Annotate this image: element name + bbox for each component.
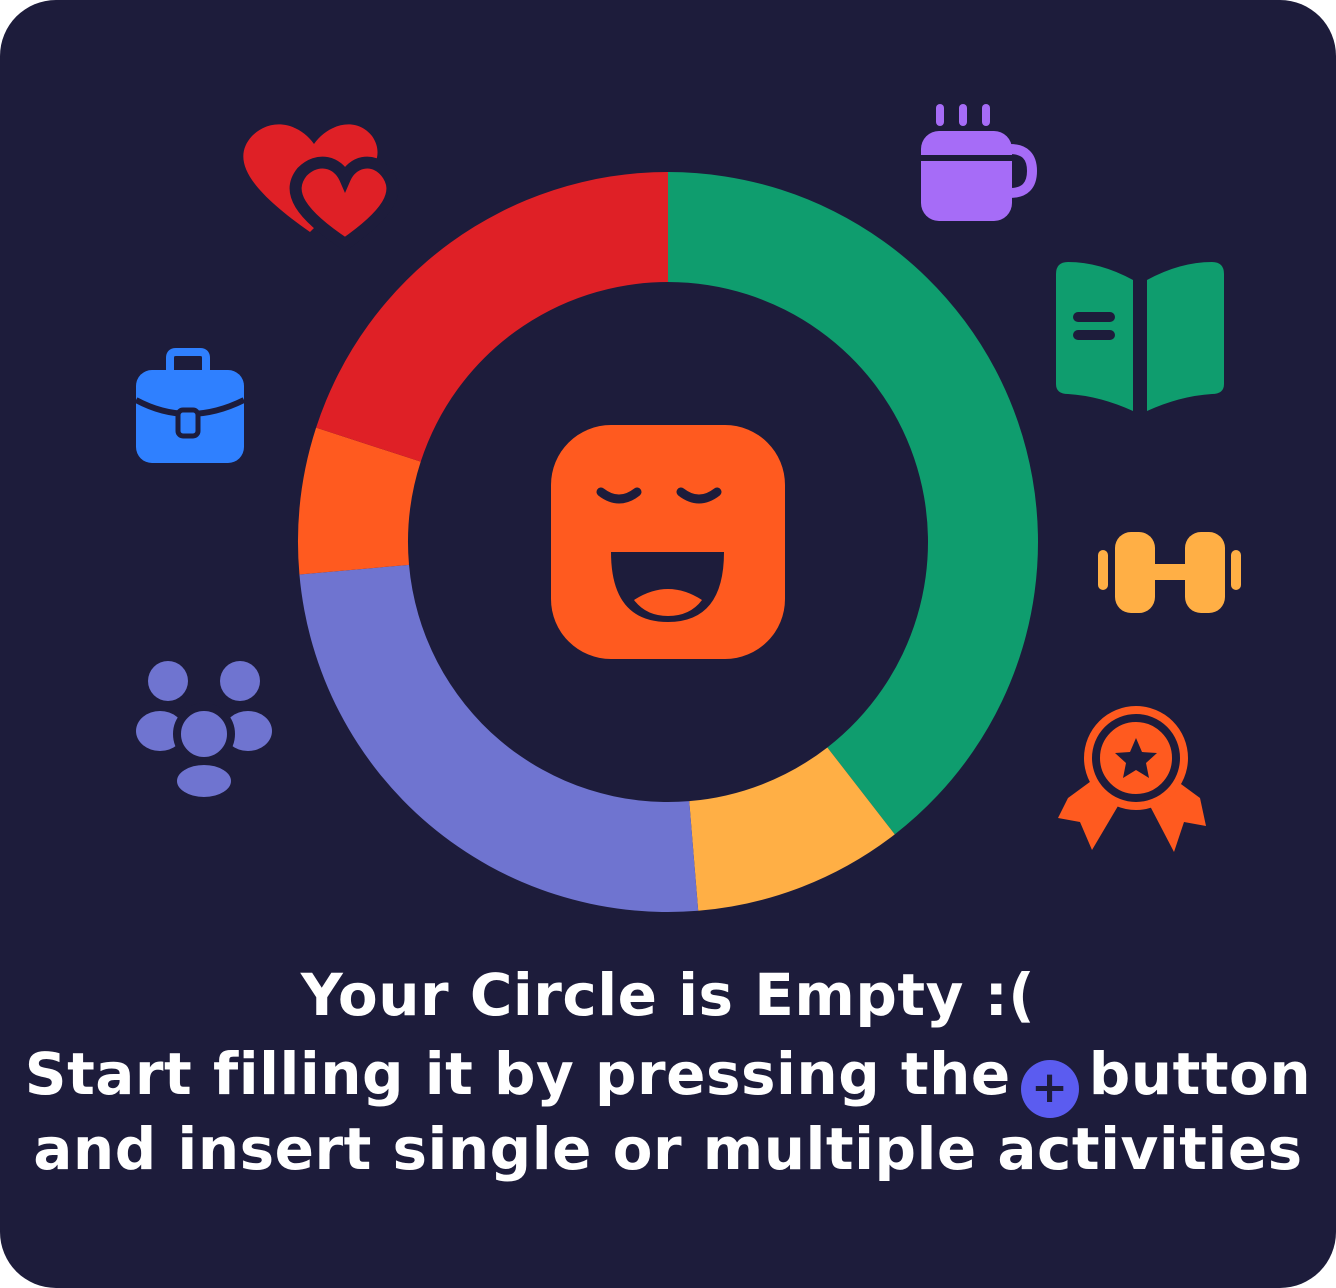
coffee-cup-icon xyxy=(921,104,1038,221)
dumbbell-icon xyxy=(1098,532,1241,613)
empty-state-instruction-line-1: Start filling it by pressing the + button xyxy=(0,1036,1336,1118)
instruction-text-after: button xyxy=(1088,1040,1312,1108)
instruction-text-before: Start filling it by pressing the xyxy=(24,1040,1011,1108)
award-badge-icon xyxy=(1058,706,1206,852)
open-book-icon xyxy=(1056,262,1224,411)
briefcase-icon xyxy=(134,348,246,463)
hearts-icon xyxy=(243,124,399,252)
people-group-icon xyxy=(136,661,272,803)
activity-circle-illustration xyxy=(134,104,1241,912)
plus-button-icon: + xyxy=(1020,1060,1079,1118)
laughing-face-icon xyxy=(551,425,785,659)
empty-circle-card: Your Circle is Empty :( Start filling it… xyxy=(0,0,1336,1288)
empty-state-title: Your Circle is Empty :( xyxy=(300,961,1036,1029)
empty-state-instruction-line-2: and insert single or multiple activities xyxy=(33,1115,1303,1183)
